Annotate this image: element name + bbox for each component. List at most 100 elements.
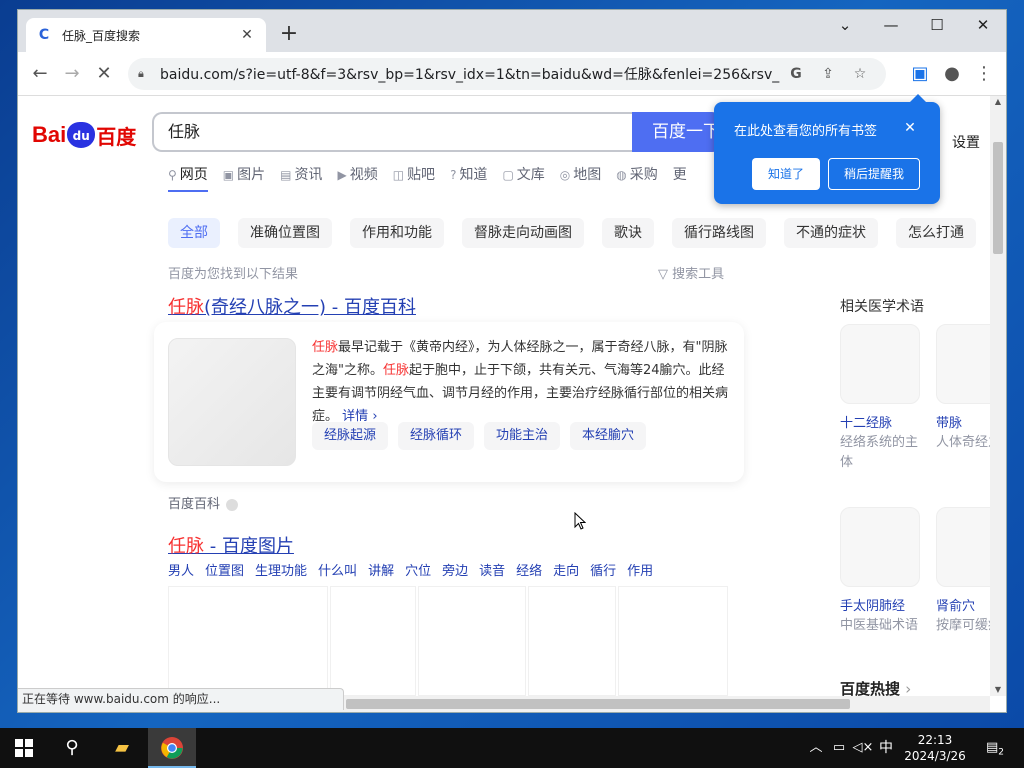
- image-tag-link[interactable]: 生理功能: [255, 560, 307, 579]
- result-sublink[interactable]: 经脉循环: [398, 422, 475, 450]
- image-tag-link[interactable]: 作用: [627, 560, 653, 579]
- chrome-icon[interactable]: [148, 728, 196, 768]
- title-rest: - 百度图片: [204, 536, 294, 557]
- vertical-scrollbar[interactable]: ▲ ▼: [990, 96, 1006, 696]
- suggestion-chip[interactable]: 作用和功能: [350, 218, 444, 248]
- image-tag-link[interactable]: 男人: [168, 560, 194, 579]
- tab-7[interactable]: ◎ 地图: [560, 164, 601, 192]
- file-explorer-icon[interactable]: ▰: [98, 728, 146, 768]
- volume-muted-icon[interactable]: ◁×: [852, 728, 874, 768]
- search-tools-button[interactable]: ▽ 搜索工具: [658, 263, 724, 282]
- url-text[interactable]: baidu.com/s?ie=utf-8&f=3&rsv_bp=1&rsv_id…: [160, 64, 780, 84]
- tab-4[interactable]: ◫ 贴吧: [393, 164, 435, 192]
- tab-3[interactable]: ▶ 视频: [337, 164, 377, 192]
- windows-start-icon[interactable]: [0, 728, 48, 768]
- image-result[interactable]: [330, 586, 416, 696]
- result-thumbnail[interactable]: [168, 338, 296, 466]
- settings-link[interactable]: 设置: [952, 132, 980, 152]
- image-tag-link[interactable]: 循行: [590, 560, 616, 579]
- suggestion-chip[interactable]: 准确位置图: [238, 218, 332, 248]
- term-name: 十二经脉: [840, 416, 893, 431]
- image-tag-link[interactable]: 穴位: [405, 560, 431, 579]
- suggestion-chip[interactable]: 全部: [168, 218, 220, 248]
- popup-text: 在此处查看您的所有书签: [734, 124, 878, 139]
- suggestion-chip[interactable]: 不通的症状: [784, 218, 878, 248]
- image-tag-link[interactable]: 什么叫: [318, 560, 357, 579]
- tab-2[interactable]: ▤ 资讯: [280, 164, 322, 192]
- related-term[interactable]: 肾俞穴 按摩可缓疼: [936, 507, 990, 636]
- menu-kebab-icon[interactable]: ⋮: [970, 60, 998, 88]
- image-result[interactable]: [618, 586, 728, 696]
- suggestion-chip[interactable]: 循行路线图: [672, 218, 766, 248]
- image-tag-link[interactable]: 走向: [553, 560, 579, 579]
- back-button[interactable]: ←: [26, 60, 54, 88]
- result-sublink[interactable]: 经脉起源: [312, 422, 389, 450]
- notification-center-icon[interactable]: ▤2: [978, 728, 1012, 768]
- minimize-button[interactable]: —: [868, 10, 914, 42]
- tab-9[interactable]: 更: [673, 164, 687, 192]
- horizontal-scroll-thumb[interactable]: [346, 699, 850, 709]
- baike-result-card: 任脉最早记载于《黄帝内经》，为人体经脉之一，属于奇经八脉，有"阴脉之海"之称。任…: [154, 322, 744, 482]
- image-result[interactable]: [418, 586, 526, 696]
- network-icon[interactable]: ▭: [828, 728, 850, 768]
- result-title-images[interactable]: 任脉 - 百度图片: [168, 532, 294, 558]
- image-tag-link[interactable]: 讲解: [368, 560, 394, 579]
- share-icon[interactable]: ⇪: [812, 66, 844, 82]
- tab-0[interactable]: ⚲ 网页: [168, 164, 208, 192]
- suggestion-chip[interactable]: 怎么打通: [896, 218, 976, 248]
- remind-later-button[interactable]: 稍后提醒我: [828, 158, 920, 190]
- tab-8[interactable]: ◍ 采购: [616, 164, 657, 192]
- vertical-scroll-thumb[interactable]: [993, 142, 1003, 254]
- address-bar[interactable]: 🔒︎ baidu.com/s?ie=utf-8&f=3&rsv_bp=1&rsv…: [128, 58, 886, 90]
- search-button[interactable]: 百度一下: [632, 112, 722, 152]
- stop-loading-button[interactable]: ✕: [90, 60, 118, 88]
- result-source: 百度百科: [168, 493, 239, 512]
- google-translate-icon[interactable]: G: [780, 66, 812, 82]
- hot-search-title[interactable]: 百度热搜 ›: [840, 678, 911, 696]
- forward-button[interactable]: →: [58, 60, 86, 88]
- tab-close-icon[interactable]: ✕: [238, 26, 256, 44]
- image-tag-link[interactable]: 经络: [516, 560, 542, 579]
- image-result[interactable]: [528, 586, 616, 696]
- got-it-button[interactable]: 知道了: [752, 158, 820, 190]
- result-title-baike[interactable]: 任脉(奇经八脉之一) - 百度百科: [168, 293, 416, 319]
- scroll-up-icon[interactable]: ▲: [990, 96, 1006, 108]
- scroll-down-icon[interactable]: ▼: [990, 684, 1006, 696]
- tab-6[interactable]: ▢ 文库: [502, 164, 544, 192]
- tab-5[interactable]: ? 知道: [450, 164, 487, 192]
- tray-expand-icon[interactable]: ︿: [806, 728, 826, 768]
- result-sublink[interactable]: 功能主治: [484, 422, 561, 450]
- image-tag-link[interactable]: 旁边: [442, 560, 468, 579]
- image-tag-link[interactable]: 位置图: [205, 560, 244, 579]
- browser-toolbar: ← → ✕ 🔒︎ baidu.com/s?ie=utf-8&f=3&rsv_bp…: [18, 52, 1006, 96]
- search-input[interactable]: 任脉: [152, 112, 632, 152]
- suggestion-chip[interactable]: 督脉走向动画图: [462, 218, 584, 248]
- browser-window: C 任脉_百度搜索 ✕ + ⌄ — ☐ ✕ ← → ✕ 🔒︎ baidu.com…: [18, 10, 1006, 712]
- nav-tab-icon: ?: [450, 168, 457, 182]
- maximize-button[interactable]: ☐: [914, 10, 960, 42]
- tab-search-icon[interactable]: ⌄: [822, 10, 868, 42]
- term-image: [840, 507, 920, 587]
- popup-close-icon[interactable]: ✕: [900, 118, 920, 138]
- image-tag-link[interactable]: 读音: [479, 560, 505, 579]
- related-term[interactable]: 带脉 人体奇经之一: [936, 324, 990, 453]
- image-result[interactable]: [168, 586, 328, 696]
- desc-highlight: 任脉: [312, 340, 339, 355]
- ime-indicator[interactable]: 中: [876, 728, 896, 768]
- bookmark-star-icon[interactable]: ☆: [844, 66, 876, 82]
- related-term[interactable]: 十二经脉 经络系统的主体: [840, 324, 930, 473]
- new-tab-button[interactable]: +: [276, 22, 302, 48]
- profile-avatar-icon[interactable]: ●: [938, 60, 966, 88]
- tab-1[interactable]: ▣ 图片: [223, 164, 265, 192]
- suggestion-chip[interactable]: 歌诀: [602, 218, 654, 248]
- search-icon[interactable]: ⚲: [48, 728, 96, 768]
- browser-tab[interactable]: C 任脉_百度搜索 ✕: [26, 18, 266, 52]
- baidu-logo[interactable]: Bai du 百度: [32, 120, 136, 150]
- related-term[interactable]: 手太阴肺经 中医基础术语: [840, 507, 930, 636]
- close-window-button[interactable]: ✕: [960, 10, 1006, 42]
- side-panel-icon[interactable]: ▣: [906, 60, 934, 88]
- term-desc: 中医基础术语: [840, 618, 919, 633]
- system-clock[interactable]: 22:13 2024/3/26: [900, 732, 970, 764]
- result-sublink[interactable]: 本经腧穴: [570, 422, 647, 450]
- bookmark-tip-popup: 在此处查看您的所有书签 ✕ 知道了 稍后提醒我: [714, 94, 940, 204]
